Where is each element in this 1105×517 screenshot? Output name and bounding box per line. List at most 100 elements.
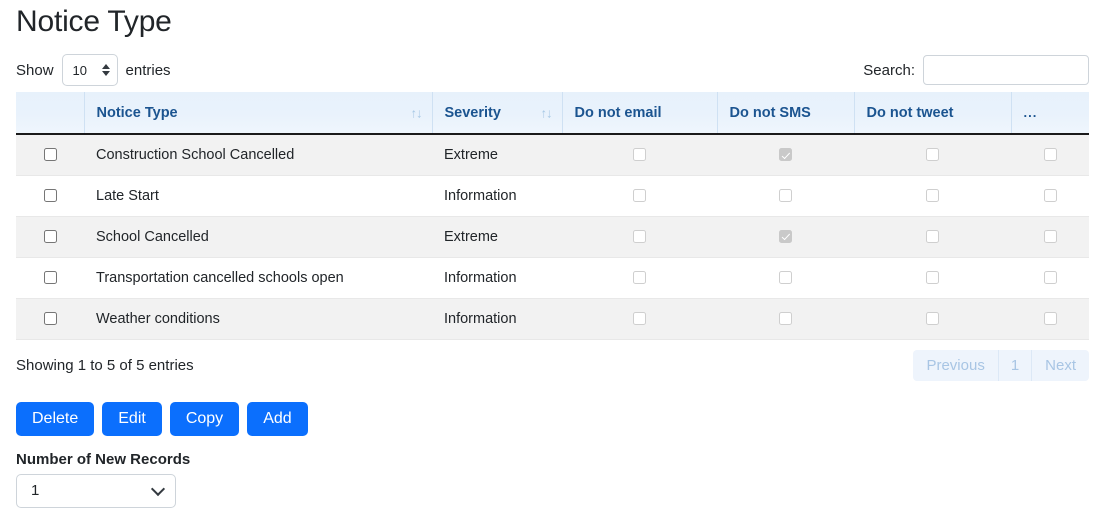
cell-do-not-sms — [717, 257, 854, 298]
column-header-notice-type[interactable]: Notice Type ↑↓ — [84, 92, 432, 134]
column-header-notice-type-label: Notice Type — [97, 105, 178, 121]
cell-more — [1011, 257, 1089, 298]
page-length-control: Show 10 entries — [16, 54, 171, 86]
do-not-sms-checkbox — [779, 230, 792, 243]
cell-severity: Extreme — [432, 216, 562, 257]
do-not-email-checkbox — [633, 312, 646, 325]
more-checkbox — [1044, 189, 1057, 202]
cell-notice-type: Transportation cancelled schools open — [84, 257, 432, 298]
do-not-tweet-checkbox — [926, 148, 939, 161]
cell-severity: Information — [432, 298, 562, 339]
cell-more — [1011, 216, 1089, 257]
column-header-more[interactable]: ... — [1011, 92, 1089, 134]
cell-severity: Extreme — [432, 134, 562, 175]
cell-more — [1011, 298, 1089, 339]
row-select-checkbox[interactable] — [44, 271, 57, 284]
pagination-page-1-button[interactable]: 1 — [999, 350, 1032, 381]
row-select-cell — [16, 175, 84, 216]
do-not-email-checkbox — [633, 230, 646, 243]
show-label: Show — [16, 62, 54, 79]
column-header-select — [16, 92, 84, 134]
sort-toggle-icon[interactable]: ↑↓ — [411, 105, 422, 120]
pagination-next-button[interactable]: Next — [1032, 350, 1089, 381]
pagination-previous-button[interactable]: Previous — [913, 350, 998, 381]
cell-do-not-tweet — [854, 175, 1011, 216]
cell-do-not-email — [562, 298, 717, 339]
cell-do-not-tweet — [854, 216, 1011, 257]
pagination: Previous 1 Next — [913, 350, 1089, 381]
entries-info: Showing 1 to 5 of 5 entries — [16, 357, 194, 374]
do-not-tweet-checkbox — [926, 189, 939, 202]
table-body: Construction School Cancelled Extreme — [16, 134, 1089, 339]
do-not-email-checkbox — [633, 148, 646, 161]
row-select-checkbox[interactable] — [44, 189, 57, 202]
cell-do-not-tweet — [854, 298, 1011, 339]
column-header-do-not-sms[interactable]: Do not SMS — [717, 92, 854, 134]
table-row[interactable]: Weather conditions Information — [16, 298, 1089, 339]
do-not-sms-checkbox — [779, 312, 792, 325]
delete-button[interactable]: Delete — [16, 402, 94, 436]
search-control: Search: — [863, 55, 1089, 85]
table-row[interactable]: School Cancelled Extreme — [16, 216, 1089, 257]
row-select-cell — [16, 298, 84, 339]
more-options-icon: ... — [1024, 105, 1038, 120]
cell-do-not-email — [562, 175, 717, 216]
cell-more — [1011, 175, 1089, 216]
number-of-new-records-select[interactable]: 1 — [16, 474, 176, 508]
column-header-severity-label: Severity — [445, 105, 501, 121]
cell-more — [1011, 134, 1089, 175]
page-length-select[interactable]: 10 — [62, 54, 118, 86]
cell-notice-type: Weather conditions — [84, 298, 432, 339]
copy-button[interactable]: Copy — [170, 402, 239, 436]
cell-notice-type: Construction School Cancelled — [84, 134, 432, 175]
row-select-checkbox[interactable] — [44, 148, 57, 161]
page-title: Notice Type — [16, 4, 1089, 40]
column-header-do-not-email[interactable]: Do not email — [562, 92, 717, 134]
cell-severity: Information — [432, 175, 562, 216]
do-not-sms-checkbox — [779, 148, 792, 161]
more-checkbox — [1044, 312, 1057, 325]
column-header-do-not-tweet[interactable]: Do not tweet — [854, 92, 1011, 134]
table-head: Notice Type ↑↓ Severity ↑↓ Do not email … — [16, 92, 1089, 134]
cell-notice-type: Late Start — [84, 175, 432, 216]
edit-button[interactable]: Edit — [102, 402, 162, 436]
table-footer: Showing 1 to 5 of 5 entries Previous 1 N… — [16, 350, 1089, 382]
notice-type-table: Notice Type ↑↓ Severity ↑↓ Do not email … — [16, 92, 1089, 340]
row-select-checkbox[interactable] — [44, 312, 57, 325]
table-row[interactable]: Transportation cancelled schools open In… — [16, 257, 1089, 298]
table-row[interactable]: Construction School Cancelled Extreme — [16, 134, 1089, 175]
do-not-sms-checkbox — [779, 189, 792, 202]
notice-type-page: Notice Type Show 10 entries Search: — [0, 4, 1105, 517]
page-length-value: 10 — [73, 63, 87, 78]
add-button[interactable]: Add — [247, 402, 307, 436]
column-header-severity[interactable]: Severity ↑↓ — [432, 92, 562, 134]
cell-do-not-sms — [717, 134, 854, 175]
cell-do-not-sms — [717, 216, 854, 257]
do-not-email-checkbox — [633, 189, 646, 202]
cell-notice-type: School Cancelled — [84, 216, 432, 257]
table-controls: Show 10 entries Search: — [16, 48, 1089, 92]
do-not-email-checkbox — [633, 271, 646, 284]
do-not-tweet-checkbox — [926, 271, 939, 284]
cell-do-not-tweet — [854, 257, 1011, 298]
cell-do-not-email — [562, 257, 717, 298]
cell-do-not-sms — [717, 175, 854, 216]
sort-toggle-icon[interactable]: ↑↓ — [541, 105, 552, 120]
cell-do-not-tweet — [854, 134, 1011, 175]
table-row[interactable]: Late Start Information — [16, 175, 1089, 216]
row-select-cell — [16, 257, 84, 298]
more-checkbox — [1044, 148, 1057, 161]
search-input[interactable] — [923, 55, 1089, 85]
search-label: Search: — [863, 62, 915, 79]
row-select-cell — [16, 134, 84, 175]
entries-label: entries — [126, 62, 171, 79]
cell-do-not-email — [562, 216, 717, 257]
cell-do-not-sms — [717, 298, 854, 339]
number-of-new-records-value: 1 — [31, 482, 39, 499]
more-checkbox — [1044, 271, 1057, 284]
stepper-updown-icon — [102, 64, 110, 76]
more-checkbox — [1044, 230, 1057, 243]
cell-do-not-email — [562, 134, 717, 175]
row-select-checkbox[interactable] — [44, 230, 57, 243]
number-of-new-records-label: Number of New Records — [16, 451, 1089, 468]
